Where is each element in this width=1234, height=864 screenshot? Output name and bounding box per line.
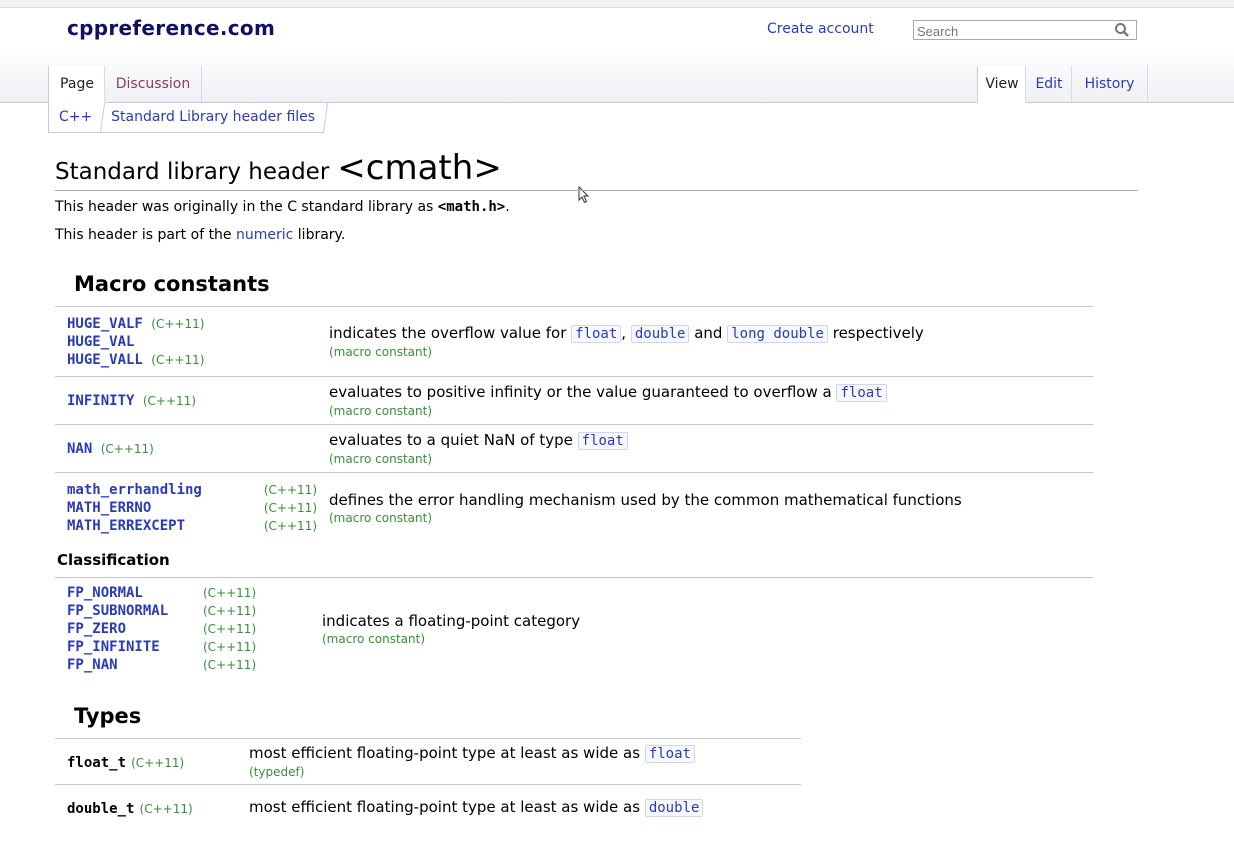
description-cell: most efficient floating-point type at le… xyxy=(237,738,801,784)
row-description: defines the error handling mechanism use… xyxy=(329,490,962,509)
description-cell: evaluates to positive infinity or the va… xyxy=(317,377,1093,425)
page-title-header: <cmath> xyxy=(337,148,502,188)
macro-name-link[interactable]: HUGE_VALL (C++11) xyxy=(67,351,317,369)
row-kind-mark: (macro constant) xyxy=(329,452,432,466)
version-mark: (C++11) xyxy=(139,801,193,816)
row-description: evaluates to a quiet NaN of type float xyxy=(329,430,1093,451)
names-cell: double_t (C++11) xyxy=(55,784,237,830)
macro-name-link[interactable]: MATH_ERREXCEPT (C++11) xyxy=(67,517,317,535)
double-keyword-link[interactable]: double xyxy=(630,325,690,343)
row-kind-mark: (macro constant) xyxy=(329,510,432,525)
search-icon[interactable] xyxy=(1114,22,1130,38)
description-cell: most efficient floating-point type at le… xyxy=(237,784,801,830)
main-content: Standard library header <cmath> This head… xyxy=(55,148,1165,830)
description-cell: evaluates to a quiet NaN of type float (… xyxy=(317,425,1093,473)
float-keyword-link[interactable]: float xyxy=(571,325,622,343)
create-account-link[interactable]: Create account xyxy=(767,21,874,37)
intro2-prefix: This header is part of the xyxy=(55,227,232,243)
macro-constants-table: HUGE_VALF (C++11) HUGE_VAL HUGE_VALL (C+… xyxy=(55,306,1093,543)
tabs-bar: Page Discussion View Edit History xyxy=(0,48,1234,103)
macro-name-link[interactable]: FP_ZERO (C++11) xyxy=(67,620,267,638)
breadcrumb-header-files-label: Standard Library header files xyxy=(111,109,316,125)
row-description: most efficient floating-point type at le… xyxy=(249,797,801,818)
intro1-prefix: This header was originally in the C stan… xyxy=(55,199,434,215)
float-keyword-link[interactable]: float xyxy=(577,432,628,450)
breadcrumb-cpp[interactable]: C++ xyxy=(48,103,103,133)
tab-discussion[interactable]: Discussion xyxy=(104,66,202,102)
macro-name-link[interactable]: INFINITY (C++11) xyxy=(67,392,317,410)
row-description: indicates a floating-point category xyxy=(322,611,581,630)
names-cell: HUGE_VALF (C++11) HUGE_VAL HUGE_VALL (C+… xyxy=(55,307,317,377)
tab-page[interactable]: Page xyxy=(48,66,105,103)
url-strip xyxy=(0,0,1234,8)
row-kind-mark: (macro constant) xyxy=(329,345,432,359)
macro-name-link[interactable]: NAN (C++11) xyxy=(67,440,317,458)
names-cell: float_t (C++11) xyxy=(55,738,237,784)
tab-view[interactable]: View xyxy=(977,66,1026,103)
table-row: math_errhandling (C++11) MATH_ERRNO (C++11… xyxy=(55,472,1093,543)
intro-line-1: This header was originally in the C stan… xyxy=(55,197,1165,217)
types-table: float_t (C++11) most efficient floating-… xyxy=(55,738,801,831)
description-cell: defines the error handling mechanism use… xyxy=(317,473,1093,543)
description-cell: indicates a floating-point category (mac… xyxy=(267,577,1093,680)
names-cell: INFINITY (C++11) xyxy=(55,377,317,425)
row-kind-mark: (macro constant) xyxy=(322,631,425,646)
macro-name-link[interactable]: HUGE_VAL xyxy=(67,333,317,351)
long-double-keyword-link[interactable]: long double xyxy=(727,325,828,343)
double-keyword-link[interactable]: double xyxy=(644,798,704,817)
search-box[interactable] xyxy=(913,20,1137,41)
type-name-link[interactable]: float_t xyxy=(67,755,126,771)
table-row: FP_NORMAL (C++11) FP_SUBNORMAL (C++11) FP_… xyxy=(55,577,1093,680)
macro-name-link[interactable]: MATH_ERRNO (C++11) xyxy=(67,499,317,517)
table-row: double_t (C++11) most efficient floating… xyxy=(55,784,801,830)
row-description: evaluates to positive infinity or the va… xyxy=(329,382,1093,403)
top-bar: cppreference.com Create account xyxy=(0,9,1234,47)
macro-name-link[interactable]: FP_SUBNORMAL (C++11) xyxy=(67,602,267,620)
section-macro-constants: Macro constants xyxy=(74,272,270,296)
names-cell: math_errhandling (C++11) MATH_ERRNO (C++11… xyxy=(55,473,317,543)
page-title: Standard library header <cmath> xyxy=(55,148,1138,191)
tab-edit[interactable]: Edit xyxy=(1025,66,1072,102)
section-types: Types xyxy=(74,703,142,728)
site-logo-link[interactable]: cppreference.com xyxy=(67,16,275,40)
classification-table: FP_NORMAL (C++11) FP_SUBNORMAL (C++11) FP_… xyxy=(55,577,1093,680)
macro-name-link[interactable]: FP_NORMAL (C++11) xyxy=(67,584,267,602)
float-keyword-link[interactable]: float xyxy=(836,384,887,402)
macro-name-link[interactable]: FP_INFINITE (C++11) xyxy=(67,638,267,656)
tab-history[interactable]: History xyxy=(1071,66,1148,102)
breadcrumb-header-files[interactable]: Standard Library header files xyxy=(100,103,329,133)
names-cell: NAN (C++11) xyxy=(55,425,317,473)
type-name-link[interactable]: double_t xyxy=(67,801,134,817)
table-row: NAN (C++11) evaluates to a quiet NaN of … xyxy=(55,424,1093,473)
macro-name-link[interactable]: FP_NAN (C++11) xyxy=(67,656,267,674)
intro2-suffix: library. xyxy=(297,227,346,243)
names-cell: FP_NORMAL (C++11) FP_SUBNORMAL (C++11) FP_… xyxy=(55,577,267,680)
table-row: float_t (C++11) most efficient floating-… xyxy=(55,738,801,784)
section-classification: Classification xyxy=(57,550,170,569)
search-input[interactable] xyxy=(914,22,1110,41)
version-mark: (C++11) xyxy=(131,755,185,770)
row-description: indicates the overflow value for float, … xyxy=(329,324,924,343)
intro1-code: <math.h> xyxy=(437,199,506,215)
intro1-suffix: . xyxy=(505,199,510,215)
table-row: INFINITY (C++11) evaluates to positive i… xyxy=(55,376,1093,425)
row-description: most efficient floating-point type at le… xyxy=(249,743,801,764)
description-cell: indicates the overflow value for float, … xyxy=(317,307,1093,377)
intro-line-2: This header is part of the numeric libra… xyxy=(55,225,1165,245)
numeric-link[interactable]: numeric xyxy=(236,227,293,243)
macro-name-link[interactable]: math_errhandling (C++11) xyxy=(67,481,317,499)
breadcrumb: C++ Standard Library header files xyxy=(48,103,329,133)
row-kind-mark: (typedef) xyxy=(249,764,305,779)
page-title-prefix: Standard library header xyxy=(55,159,330,185)
macro-name-link[interactable]: HUGE_VALF (C++11) xyxy=(67,315,317,333)
float-keyword-link[interactable]: float xyxy=(644,744,695,763)
table-row: HUGE_VALF (C++11) HUGE_VAL HUGE_VALL (C+… xyxy=(55,306,1093,377)
row-kind-mark: (macro constant) xyxy=(329,404,432,418)
